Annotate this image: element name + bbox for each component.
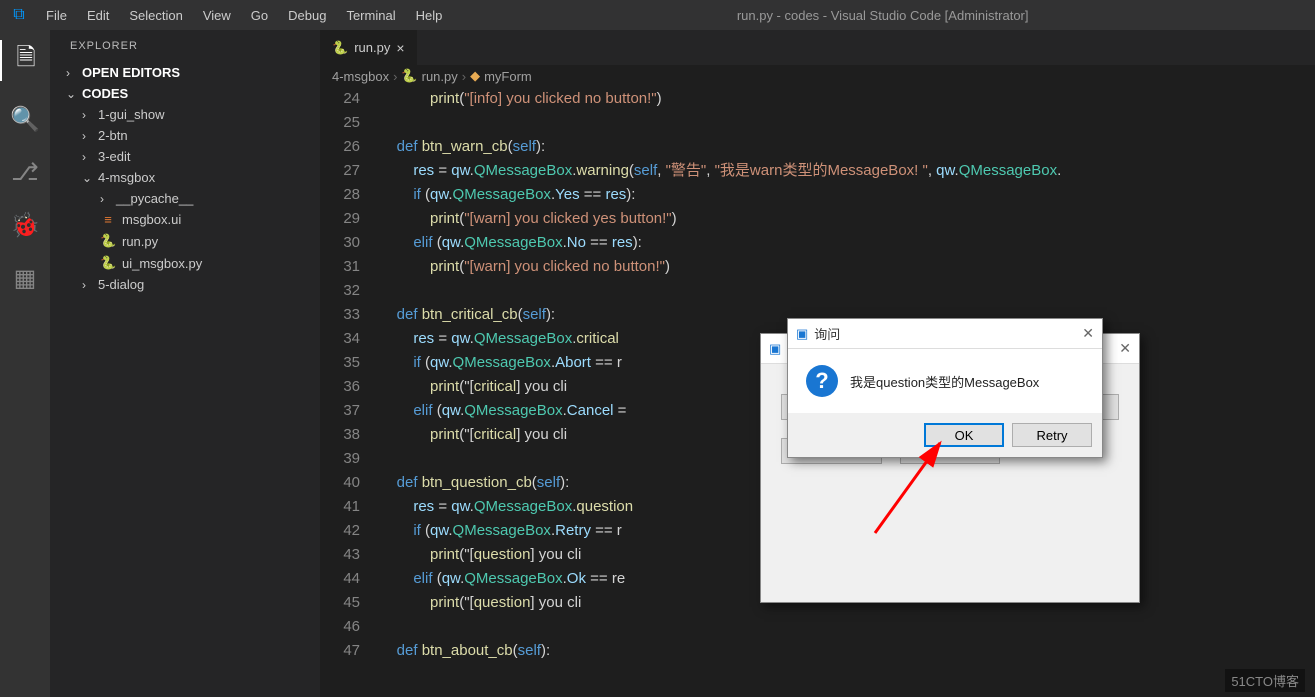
class-icon: ◆: [470, 68, 480, 84]
breadcrumb-file[interactable]: run.py: [422, 69, 458, 84]
watermark: 51CTO博客: [1225, 669, 1305, 692]
editor-tabs: 🐍 run.py ×: [320, 30, 1315, 65]
breadcrumb-symbol[interactable]: myForm: [484, 69, 532, 84]
folder-5-dialog[interactable]: ›5-dialog: [58, 274, 320, 295]
ui-file-icon: ≡: [100, 212, 116, 227]
menu-terminal[interactable]: Terminal: [338, 8, 403, 23]
tab-label: run.py: [354, 40, 390, 55]
messagebox-title: 询问: [814, 324, 840, 343]
question-icon: ?: [806, 365, 838, 397]
search-icon[interactable]: 🔍: [10, 105, 40, 134]
tab-run-py[interactable]: 🐍 run.py ×: [320, 30, 417, 65]
retry-button[interactable]: Retry: [1012, 423, 1092, 447]
messagebox-titlebar[interactable]: ▣ 询问 ✕: [788, 319, 1102, 349]
file-msgbox-ui[interactable]: ≡msgbox.ui: [58, 209, 320, 230]
ok-button[interactable]: OK: [924, 423, 1004, 447]
workspace-root[interactable]: ⌄CODES: [58, 83, 320, 104]
breadcrumb[interactable]: 4-msgbox› 🐍run.py› ◆myForm: [320, 65, 1315, 87]
menubar: File Edit Selection View Go Debug Termin…: [38, 8, 450, 23]
explorer-icon[interactable]: 🗎: [0, 40, 50, 81]
open-editors-label: OPEN EDITORS: [82, 65, 180, 80]
close-icon[interactable]: ×: [396, 40, 404, 56]
vscode-logo-icon: ⧉: [0, 6, 38, 24]
explorer-sidebar: EXPLORER ›OPEN EDITORS ⌄CODES ›1-gui_sho…: [50, 30, 320, 697]
app-window-icon: ▣: [769, 341, 781, 357]
folder-4-msgbox[interactable]: ⌄4-msgbox: [58, 167, 320, 188]
menu-view[interactable]: View: [195, 8, 239, 23]
open-editors-section[interactable]: ›OPEN EDITORS: [58, 62, 320, 83]
debug-icon[interactable]: 🐞: [10, 211, 40, 240]
file-run-py[interactable]: 🐍run.py: [58, 230, 320, 252]
menu-edit[interactable]: Edit: [79, 8, 117, 23]
workspace-root-label: CODES: [82, 86, 128, 101]
git-icon[interactable]: ⎇: [11, 158, 39, 187]
menu-selection[interactable]: Selection: [121, 8, 190, 23]
python-file-icon: 🐍: [401, 68, 417, 84]
folder-3-edit[interactable]: ›3-edit: [58, 146, 320, 167]
menu-help[interactable]: Help: [408, 8, 451, 23]
close-icon[interactable]: ✕: [1119, 340, 1131, 357]
menu-go[interactable]: Go: [243, 8, 276, 23]
line-numbers: 2425262728293031323334353637383940414243…: [320, 87, 380, 663]
python-file-icon: 🐍: [332, 40, 348, 56]
menu-file[interactable]: File: [38, 8, 75, 23]
extensions-icon[interactable]: ▦: [14, 264, 37, 293]
python-file-icon: 🐍: [100, 233, 116, 249]
dialog-icon: ▣: [796, 326, 808, 342]
window-title: run.py - codes - Visual Studio Code [Adm…: [450, 8, 1315, 23]
messagebox-dialog: ▣ 询问 ✕ ? 我是question类型的MessageBox OK Retry: [787, 318, 1103, 458]
folder-pycache[interactable]: ›__pycache__: [58, 188, 320, 209]
file-ui-msgbox-py[interactable]: 🐍ui_msgbox.py: [58, 252, 320, 274]
menu-debug[interactable]: Debug: [280, 8, 334, 23]
messagebox-text: 我是question类型的MessageBox: [850, 372, 1039, 391]
folder-2-btn[interactable]: ›2-btn: [58, 125, 320, 146]
activity-bar: 🗎 🔍 ⎇ 🐞 ▦: [0, 30, 50, 697]
close-icon[interactable]: ✕: [1082, 325, 1094, 342]
python-file-icon: 🐍: [100, 255, 116, 271]
window-titlebar: ⧉ File Edit Selection View Go Debug Term…: [0, 0, 1315, 30]
folder-1-gui-show[interactable]: ›1-gui_show: [58, 104, 320, 125]
explorer-title: EXPLORER: [50, 30, 320, 62]
breadcrumb-folder[interactable]: 4-msgbox: [332, 69, 389, 84]
